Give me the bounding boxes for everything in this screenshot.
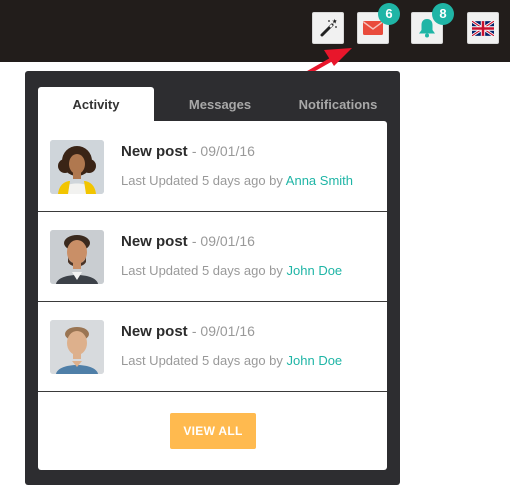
item-meta: Last Updated 5 days ago by Anna Smith bbox=[121, 173, 353, 188]
item-meta-text: Last Updated 5 days ago by bbox=[121, 263, 283, 278]
list-item[interactable]: New post - 09/01/16 Last Updated 5 days … bbox=[38, 123, 387, 212]
item-meta: Last Updated 5 days ago by John Doe bbox=[121, 353, 342, 368]
uk-flag-icon bbox=[472, 20, 494, 36]
item-title: New post bbox=[121, 323, 188, 340]
author-link[interactable]: Anna Smith bbox=[286, 173, 353, 188]
tab-messages[interactable]: Messages bbox=[162, 87, 278, 121]
magic-wand-icon bbox=[320, 18, 337, 37]
author-link[interactable]: John Doe bbox=[287, 353, 343, 368]
item-title-line: New post - 09/01/16 bbox=[121, 323, 255, 340]
view-all-button[interactable]: VIEW ALL bbox=[170, 413, 256, 449]
item-meta-text: Last Updated 5 days ago by bbox=[121, 173, 283, 188]
item-date: - 09/01/16 bbox=[191, 233, 255, 249]
panel-tabs: Activity Messages Notifications bbox=[38, 87, 388, 121]
messages-count-badge: 6 bbox=[378, 3, 400, 25]
item-meta: Last Updated 5 days ago by John Doe bbox=[121, 263, 342, 278]
tab-notifications[interactable]: Notifications bbox=[278, 87, 398, 121]
activity-list: New post - 09/01/16 Last Updated 5 days … bbox=[38, 121, 387, 470]
item-title-line: New post - 09/01/16 bbox=[121, 233, 255, 250]
item-meta-text: Last Updated 5 days ago by bbox=[121, 353, 283, 368]
item-date: - 09/01/16 bbox=[191, 143, 255, 159]
notifications-button[interactable]: 8 bbox=[411, 3, 454, 44]
avatar bbox=[50, 140, 104, 194]
item-title: New post bbox=[121, 143, 188, 160]
list-item[interactable]: New post - 09/01/16 Last Updated 5 days … bbox=[38, 213, 387, 302]
item-date: - 09/01/16 bbox=[191, 323, 255, 339]
messages-button[interactable]: 6 bbox=[357, 3, 400, 44]
author-link[interactable]: John Doe bbox=[287, 263, 343, 278]
notifications-dropdown-panel: Activity Messages Notifications New post… bbox=[25, 71, 400, 485]
top-navbar: 6 8 bbox=[0, 0, 510, 62]
avatar bbox=[50, 320, 104, 374]
magic-wand-button[interactable] bbox=[312, 12, 344, 44]
language-button[interactable] bbox=[467, 12, 499, 44]
item-title-line: New post - 09/01/16 bbox=[121, 143, 255, 160]
avatar bbox=[50, 230, 104, 284]
item-title: New post bbox=[121, 233, 188, 250]
notifications-count-badge: 8 bbox=[432, 3, 454, 25]
list-item[interactable]: New post - 09/01/16 Last Updated 5 days … bbox=[38, 303, 387, 392]
tab-activity[interactable]: Activity bbox=[38, 87, 154, 121]
